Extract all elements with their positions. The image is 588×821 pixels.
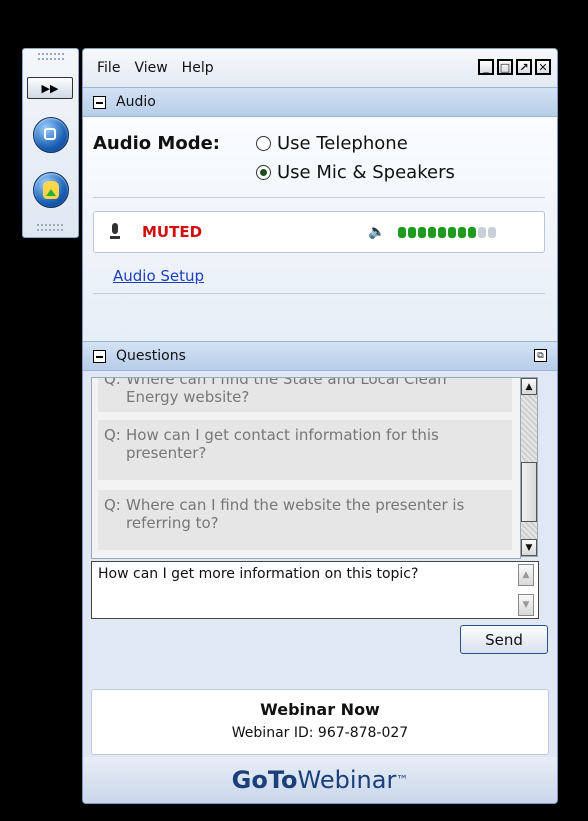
audio-setup-link[interactable]: Audio Setup bbox=[113, 267, 204, 285]
collapse-audio-icon[interactable] bbox=[93, 95, 106, 109]
scroll-down-arrow-icon[interactable]: ▼ bbox=[518, 594, 534, 616]
meter-segment bbox=[478, 227, 486, 238]
audio-status-box: MUTED 🔈 bbox=[93, 211, 545, 253]
question-item: Q: Where can I find the website the prese… bbox=[98, 490, 512, 550]
speaker-icon: 🔈 bbox=[368, 224, 386, 240]
popout-button[interactable]: ↗ bbox=[516, 59, 532, 75]
question-text-cont: referring to? bbox=[126, 514, 219, 532]
brand-bold: GoTo bbox=[231, 766, 298, 794]
brand-rest: Webinar bbox=[297, 766, 397, 794]
meter-segment bbox=[468, 227, 476, 238]
question-input-scrollbar[interactable]: ▲ ▼ bbox=[518, 564, 536, 616]
question-text: Where can I find the website the present… bbox=[126, 496, 465, 514]
question-prefix: Q: bbox=[104, 426, 121, 444]
menu-bar: File View Help _ □ ↗ ✕ bbox=[83, 49, 557, 87]
question-log-scrollbar[interactable]: ▲ ▼ bbox=[520, 377, 538, 557]
question-text-cont: presenter? bbox=[126, 444, 207, 462]
question-text: How can I get contact information for th… bbox=[126, 426, 439, 444]
menu-file[interactable]: File bbox=[97, 58, 120, 78]
menu-help[interactable]: Help bbox=[182, 58, 214, 78]
audio-mode-label: Audio Mode: bbox=[93, 133, 221, 154]
send-button[interactable]: Send bbox=[460, 625, 548, 654]
meter-segment bbox=[438, 227, 446, 238]
meter-segment bbox=[458, 227, 466, 238]
meter-segment bbox=[448, 227, 456, 238]
question-text-cont: Energy website? bbox=[126, 388, 250, 406]
minimize-button[interactable]: _ bbox=[478, 59, 494, 75]
popout-questions-icon[interactable]: ⧉ bbox=[534, 349, 547, 362]
questions-header-label: Questions bbox=[116, 348, 186, 364]
grip-handle-bottom[interactable] bbox=[37, 224, 63, 231]
collapse-panel-button[interactable]: ▶▶ bbox=[27, 77, 73, 99]
audio-header-label: Audio bbox=[116, 94, 156, 110]
radio-use-telephone[interactable]: Use Telephone bbox=[256, 133, 408, 154]
scroll-thumb[interactable] bbox=[521, 462, 537, 522]
question-input-text: How can I get more information on this t… bbox=[98, 566, 419, 582]
side-toolbar: ▶▶ bbox=[22, 48, 79, 238]
questions-panel-header[interactable]: Questions ⧉ bbox=[83, 341, 557, 371]
webinar-info-box: Webinar Now Webinar ID: 967-878-027 bbox=[91, 689, 549, 755]
meter-segment bbox=[408, 227, 416, 238]
question-text: Where can I find the State and Local Cle… bbox=[126, 377, 447, 388]
meter-segment bbox=[488, 227, 496, 238]
radio-use-mic-speakers[interactable]: Use Mic & Speakers bbox=[256, 162, 455, 183]
questions-panel-body: Q: Where can I find the State and Local C… bbox=[83, 371, 557, 671]
radio-circle-icon bbox=[256, 136, 271, 151]
question-prefix: Q: bbox=[104, 377, 121, 388]
webinar-title: Webinar Now bbox=[260, 700, 380, 719]
microphone-icon[interactable] bbox=[110, 223, 120, 241]
divider bbox=[93, 197, 545, 198]
audio-panel-header[interactable]: Audio bbox=[83, 87, 557, 117]
question-log: Q: Where can I find the State and Local C… bbox=[91, 377, 521, 559]
meter-segment bbox=[398, 227, 406, 238]
question-prefix: Q: bbox=[104, 496, 121, 514]
speaker-level-meter bbox=[398, 227, 496, 238]
radio-selected-icon bbox=[256, 165, 271, 180]
question-item: Q: How can I get contact information for … bbox=[98, 420, 512, 480]
brand-logo: GoTo Webinar ™ bbox=[83, 757, 557, 803]
restore-button[interactable]: □ bbox=[497, 59, 513, 75]
divider bbox=[93, 293, 545, 294]
hand-icon bbox=[43, 181, 59, 199]
webinar-id: Webinar ID: 967-878-027 bbox=[231, 725, 409, 741]
question-item: Q: Where can I find the State and Local C… bbox=[98, 377, 512, 412]
control-panel-window: File View Help _ □ ↗ ✕ Audio Audio Mode:… bbox=[82, 48, 558, 804]
question-input[interactable]: How can I get more information on this t… bbox=[91, 561, 539, 619]
scroll-up-arrow-icon[interactable]: ▲ bbox=[521, 378, 537, 395]
meter-segment bbox=[428, 227, 436, 238]
window-controls: _ □ ↗ ✕ bbox=[478, 59, 551, 75]
menu-view[interactable]: View bbox=[134, 58, 167, 78]
meter-segment bbox=[418, 227, 426, 238]
close-button[interactable]: ✕ bbox=[535, 59, 551, 75]
radio-mic-label: Use Mic & Speakers bbox=[277, 162, 455, 183]
stop-icon-button[interactable] bbox=[33, 117, 69, 153]
collapse-questions-icon[interactable] bbox=[93, 349, 106, 363]
mic-status-label: MUTED bbox=[142, 223, 203, 241]
grip-handle-top[interactable] bbox=[37, 53, 64, 60]
raise-hand-icon-button[interactable] bbox=[33, 172, 69, 208]
radio-telephone-label: Use Telephone bbox=[277, 133, 408, 154]
scroll-down-arrow-icon[interactable]: ▼ bbox=[521, 539, 537, 556]
brand-tm: ™ bbox=[396, 773, 409, 787]
audio-panel-body: Audio Mode: Use Telephone Use Mic & Spea… bbox=[83, 117, 557, 341]
scroll-up-arrow-icon[interactable]: ▲ bbox=[518, 564, 534, 586]
